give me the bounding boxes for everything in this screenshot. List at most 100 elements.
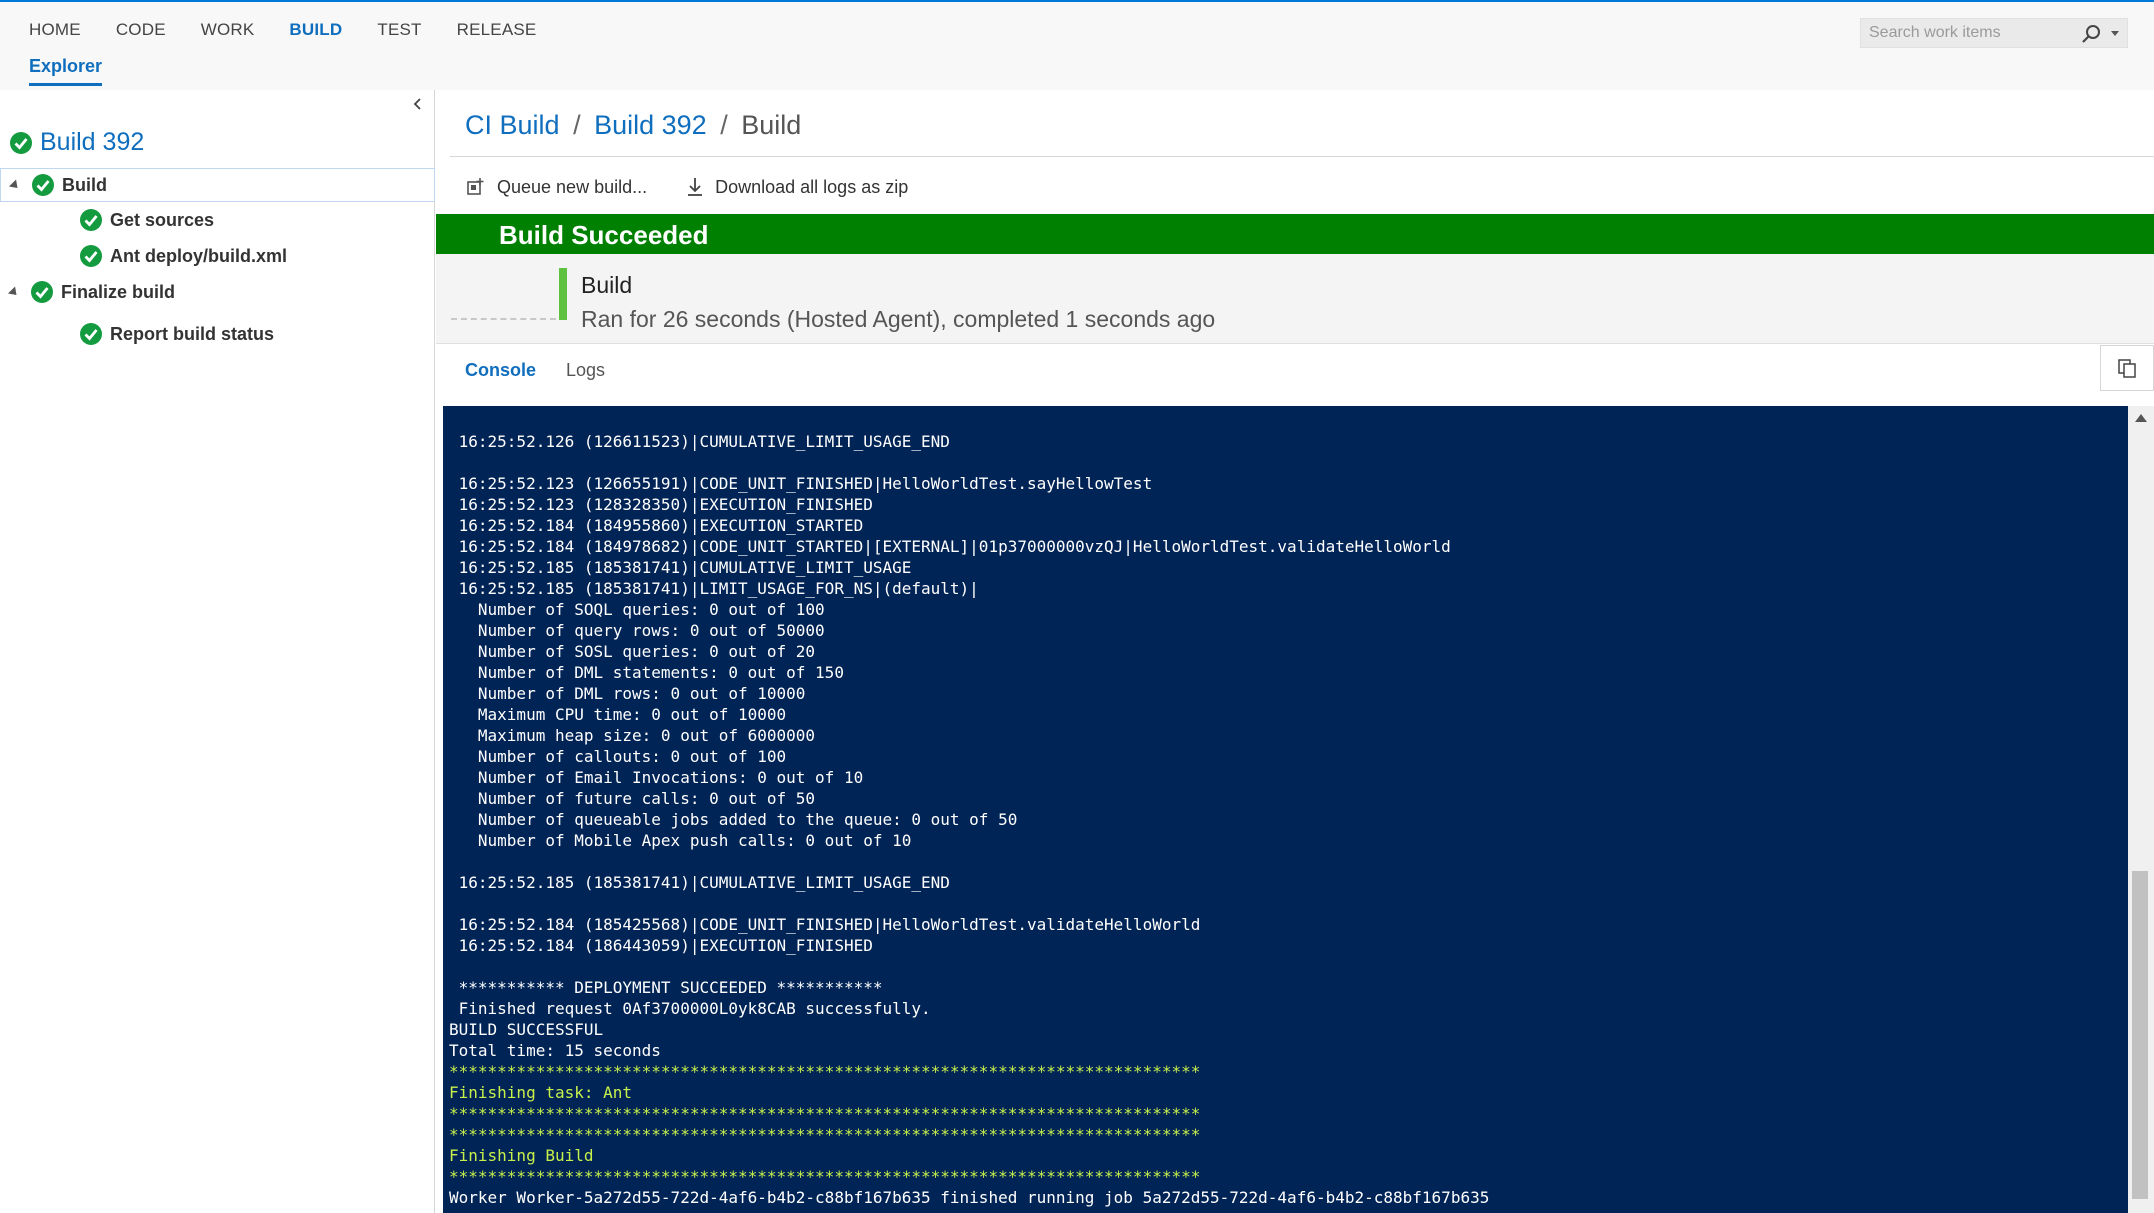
collapse-panel-icon[interactable] xyxy=(408,94,428,114)
console-line: BUILD SUCCESSFUL xyxy=(449,1020,604,1039)
console-line: Number of SOQL queries: 0 out of 100 xyxy=(449,600,825,619)
console-line: ****************************************… xyxy=(449,1104,1201,1123)
tree-item-build[interactable]: Build xyxy=(0,168,435,202)
console-line: 16:25:52.185 (185381741)|CUMULATIVE_LIMI… xyxy=(449,873,950,892)
explorer-title-label: Build 392 xyxy=(40,128,145,156)
success-check-icon xyxy=(10,131,32,154)
expand-triangle-icon[interactable] xyxy=(8,178,22,192)
console-line: Number of Email Invocations: 0 out of 10 xyxy=(449,768,864,787)
console-line: Total time: 15 seconds xyxy=(449,1041,661,1060)
sub-nav: Explorer xyxy=(29,56,103,86)
search-box[interactable] xyxy=(1860,18,2128,48)
console-line: Finishing task: Ant xyxy=(449,1083,633,1102)
tree-item-get-sources[interactable]: Get sources xyxy=(0,203,435,237)
tree-item-label: Report build status xyxy=(110,323,275,344)
tree-item-label: Ant deploy/build.xml xyxy=(110,245,288,266)
console-line: Number of queueable jobs added to the qu… xyxy=(449,810,1018,829)
tab-console[interactable]: Console xyxy=(465,360,536,381)
job-summary: Build Ran for 26 seconds (Hosted Agent),… xyxy=(436,254,2154,344)
nav-release[interactable]: RELEASE xyxy=(457,20,537,40)
console-line: 16:25:52.123 (126655191)|CODE_UNIT_FINIS… xyxy=(449,474,1153,493)
queue-new-build-label: Queue new build... xyxy=(497,176,648,197)
chevron-down-icon[interactable] xyxy=(2111,31,2119,36)
console-line: ****************************************… xyxy=(449,1062,1201,1081)
queue-new-build-button[interactable]: Queue new build... xyxy=(465,176,647,198)
console-line: *********** DEPLOYMENT SUCCEEDED *******… xyxy=(449,978,883,997)
console-line: 16:25:52.184 (184955860)|EXECUTION_START… xyxy=(449,516,864,535)
console-scrollbar[interactable] xyxy=(2128,406,2154,1213)
breadcrumb: CI Build / Build 392 / Build xyxy=(465,110,801,141)
breadcrumb-separator: / xyxy=(573,110,581,140)
console-line: Finishing Build xyxy=(449,1146,594,1165)
success-check-icon xyxy=(80,245,102,267)
nav-code[interactable]: CODE xyxy=(116,20,166,40)
breadcrumb-separator: / xyxy=(720,110,728,140)
console-line: Maximum heap size: 0 out of 6000000 xyxy=(449,726,816,745)
copy-icon xyxy=(2118,359,2136,378)
tree-item-label: Build xyxy=(62,174,107,195)
console-line: ****************************************… xyxy=(449,1125,1201,1144)
explorer-panel: Build 392 Build Get sources Ant deploy/b… xyxy=(0,90,435,1213)
scroll-up-arrow-icon[interactable] xyxy=(2135,414,2147,422)
search-input[interactable] xyxy=(1861,24,2071,42)
nav-build[interactable]: BUILD xyxy=(289,20,342,40)
expand-triangle-icon[interactable] xyxy=(7,285,21,299)
console-line: 16:25:52.185 (185381741)|LIMIT_USAGE_FOR… xyxy=(449,579,979,598)
breadcrumb-build-392[interactable]: Build 392 xyxy=(594,110,707,140)
build-status-banner: Build Succeeded xyxy=(436,214,2154,254)
console-line: 16:25:52.184 (186443059)|EXECUTION_FINIS… xyxy=(449,936,873,955)
tab-logs[interactable]: Logs xyxy=(566,360,605,381)
console-line: 16:25:52.185 (185381741)|CUMULATIVE_LIMI… xyxy=(449,558,912,577)
console-line: Number of DML statements: 0 out of 150 xyxy=(449,663,844,682)
console-output[interactable]: 16:25:52.126 (126611523)|CUMULATIVE_LIMI… xyxy=(443,406,2128,1213)
queue-build-icon xyxy=(467,178,484,195)
nav-test[interactable]: TEST xyxy=(377,20,421,40)
console-line: Number of SOSL queries: 0 out of 20 xyxy=(449,642,816,661)
job-status-bar xyxy=(559,268,567,320)
top-bar: HOME CODE WORK BUILD TEST RELEASE Explor… xyxy=(0,0,2154,90)
console-line: Number of future calls: 0 out of 50 xyxy=(449,789,816,808)
tree-item-label: Get sources xyxy=(110,209,215,230)
console-line: 16:25:52.123 (128328350)|EXECUTION_FINIS… xyxy=(449,495,873,514)
top-nav: HOME CODE WORK BUILD TEST RELEASE xyxy=(29,20,571,40)
copy-button[interactable] xyxy=(2100,345,2154,391)
download-icon xyxy=(688,178,703,196)
console-line: 16:25:52.126 (126611523)|CUMULATIVE_LIMI… xyxy=(449,432,950,451)
tree-item-ant-deploy[interactable]: Ant deploy/build.xml xyxy=(0,239,435,273)
explorer-title[interactable]: Build 392 xyxy=(10,128,144,157)
success-check-icon xyxy=(32,174,54,196)
console-line: Number of query rows: 0 out of 50000 xyxy=(449,621,825,640)
job-detail: Ran for 26 seconds (Hosted Agent), compl… xyxy=(581,306,1216,332)
timeline-connector xyxy=(451,318,556,320)
tree-item-report-build-status[interactable]: Report build status xyxy=(0,317,435,351)
console-line: ****************************************… xyxy=(449,1167,1201,1186)
console-line: Number of callouts: 0 out of 100 xyxy=(449,747,787,766)
download-logs-button[interactable]: Download all logs as zip xyxy=(685,176,908,198)
nav-work[interactable]: WORK xyxy=(201,20,255,40)
tree-item-finalize-build[interactable]: Finalize build xyxy=(0,275,435,309)
tree-item-label: Finalize build xyxy=(61,281,176,302)
console-line: 16:25:52.184 (184978682)|CODE_UNIT_START… xyxy=(449,537,1451,556)
console-line: Worker Worker-5a272d55-722d-4af6-b4b2-c8… xyxy=(449,1188,1490,1207)
divider xyxy=(450,156,2154,157)
search-icon[interactable] xyxy=(2081,23,2103,45)
console-line: Maximum CPU time: 0 out of 10000 xyxy=(449,705,787,724)
success-check-icon xyxy=(80,209,102,231)
build-status-text: Build Succeeded xyxy=(499,220,709,250)
console-line: Finished request 0Af3700000L0yk8CAB succ… xyxy=(449,999,931,1018)
success-check-icon xyxy=(31,281,53,303)
nav-home[interactable]: HOME xyxy=(29,20,81,40)
subnav-explorer[interactable]: Explorer xyxy=(29,56,103,86)
download-logs-label: Download all logs as zip xyxy=(715,176,909,197)
console-line: Number of Mobile Apex push calls: 0 out … xyxy=(449,831,912,850)
job-title: Build xyxy=(581,272,633,298)
breadcrumb-ci-build[interactable]: CI Build xyxy=(465,110,560,140)
toolbar: Queue new build... Download all logs as … xyxy=(465,176,946,198)
console-line: Number of DML rows: 0 out of 10000 xyxy=(449,684,806,703)
console-line: 16:25:52.184 (185425568)|CODE_UNIT_FINIS… xyxy=(449,915,1201,934)
success-check-icon xyxy=(80,323,102,345)
tab-strip: Console Logs xyxy=(465,360,635,381)
scroll-thumb[interactable] xyxy=(2132,871,2148,1199)
console-text: 16:25:52.126 (126611523)|CUMULATIVE_LIMI… xyxy=(449,410,1489,1208)
breadcrumb-current: Build xyxy=(741,110,802,140)
